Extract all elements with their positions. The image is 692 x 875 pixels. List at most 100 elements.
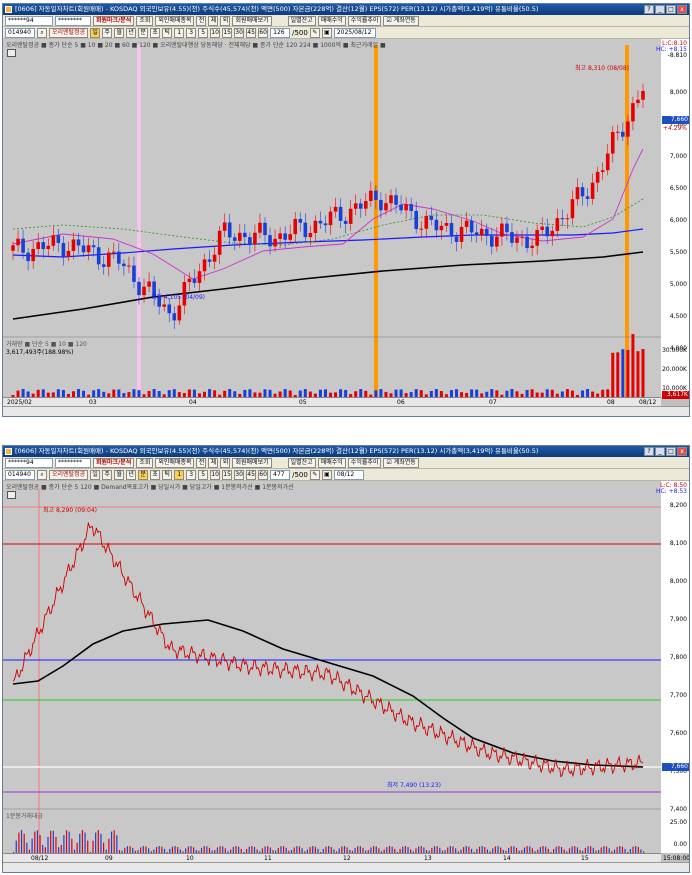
profit-trend-button[interactable]: 수익률추이: [347, 15, 382, 26]
member-analysis-button[interactable]: 회원마크/분석: [93, 457, 135, 468]
candle-body: [101, 264, 106, 267]
y-tick-label: 7,600: [669, 730, 687, 737]
period-month-button[interactable]: 월: [114, 27, 125, 38]
horizontal-scrollbar[interactable]: [3, 862, 689, 872]
account-link-checkbox[interactable]: ☑ 계좌연동: [383, 457, 419, 468]
stock-code-input[interactable]: 014940: [5, 27, 35, 38]
foreign-trade-button[interactable]: 외인매매종목: [155, 15, 195, 26]
minimize-icon[interactable]: _: [655, 447, 665, 456]
daily-chart-svg[interactable]: 최고 8,310 (08/08) 최저 4,105 (04/09): [3, 39, 689, 407]
interval-10-button[interactable]: 10: [210, 469, 221, 480]
period-second-button[interactable]: 초: [150, 469, 161, 480]
stock-name-label[interactable]: 오리엔탈정공: [49, 469, 89, 480]
all-button[interactable]: 전: [196, 457, 207, 468]
account-input[interactable]: ******94: [5, 457, 53, 468]
interval-30-button[interactable]: 30: [234, 469, 245, 480]
save-icon[interactable]: ▣: [321, 469, 332, 480]
chart-settings-icon[interactable]: [7, 49, 16, 57]
query-button[interactable]: 조회: [136, 457, 154, 468]
trade-profit-button[interactable]: 매매수익: [317, 15, 346, 26]
period-year-button[interactable]: 년: [126, 27, 137, 38]
period-second-button[interactable]: 초: [150, 27, 161, 38]
candle-body: [273, 238, 277, 247]
interval-5-button[interactable]: 5: [198, 469, 209, 480]
period-year-button[interactable]: 년: [126, 469, 137, 480]
horizontal-scrollbar[interactable]: [3, 406, 689, 416]
all-button[interactable]: 전: [196, 15, 207, 26]
interval-45-button[interactable]: 45: [246, 27, 257, 38]
search-icon[interactable]: ⌕: [37, 27, 47, 38]
volume-bar: [21, 389, 25, 397]
stock-name-label[interactable]: 오리엔탈정공: [49, 27, 89, 38]
daily-balance-button[interactable]: 일별잔고: [287, 15, 316, 26]
body-button[interactable]: 체: [208, 15, 219, 26]
period-minute-button[interactable]: 분: [138, 27, 149, 38]
password-input[interactable]: ********: [55, 457, 91, 468]
interval-60-button[interactable]: 60: [258, 27, 269, 38]
period-minute-button[interactable]: 분: [138, 469, 149, 480]
foreign-button[interactable]: 외: [220, 457, 231, 468]
interval-60-button[interactable]: 60: [258, 469, 269, 480]
interval-30-button[interactable]: 30: [234, 27, 245, 38]
tool-icon[interactable]: ✎: [309, 27, 320, 38]
interval-3-button[interactable]: 3: [186, 469, 197, 480]
maximize-icon[interactable]: □: [666, 5, 676, 14]
candle-body: [122, 263, 126, 267]
help-icon[interactable]: ?: [644, 5, 654, 14]
interval-15-button[interactable]: 15: [222, 469, 233, 480]
count-input[interactable]: 477: [270, 469, 291, 480]
period-week-button[interactable]: 주: [102, 469, 113, 480]
candle-body: [36, 242, 40, 249]
volume-bar: [611, 352, 615, 397]
date-input[interactable]: 2025/08/12: [333, 27, 376, 38]
period-day-button[interactable]: 일: [90, 27, 101, 38]
help-icon[interactable]: ?: [644, 447, 654, 456]
window-titlebar[interactable]: [0606] 자동일자차트(회원매매) - KOSDAQ 외국인보유(4.55)…: [3, 4, 689, 15]
interval-1-button[interactable]: 1: [174, 27, 185, 38]
interval-45-button[interactable]: 45: [246, 469, 257, 480]
member-analysis-button[interactable]: 회원마크/분석: [93, 15, 135, 26]
daily-balance-button[interactable]: 일별잔고: [287, 457, 316, 468]
candle-body: [318, 220, 323, 224]
account-input[interactable]: ******94: [5, 15, 53, 26]
minimize-icon[interactable]: _: [655, 5, 665, 14]
count-input[interactable]: 126: [270, 27, 291, 38]
volume-bar: [436, 846, 438, 853]
member-trade-view-button[interactable]: 회원매매보기: [232, 457, 272, 468]
period-month-button[interactable]: 월: [114, 469, 125, 480]
tool-icon[interactable]: ✎: [309, 469, 320, 480]
foreign-button[interactable]: 외: [220, 15, 231, 26]
period-tick-button[interactable]: 틱: [162, 27, 173, 38]
interval-3-button[interactable]: 3: [186, 27, 197, 38]
close-icon[interactable]: x: [677, 5, 687, 14]
volume-bar: [61, 389, 65, 397]
close-icon[interactable]: x: [677, 447, 687, 456]
maximize-icon[interactable]: □: [666, 447, 676, 456]
period-tick-button[interactable]: 틱: [162, 469, 173, 480]
minute-chart-svg[interactable]: 최고 8,290 (09:04) 최저 7,490 (13:23): [3, 481, 689, 863]
stock-code-input[interactable]: 014940: [5, 469, 35, 480]
chart-settings-icon[interactable]: [7, 491, 16, 499]
period-week-button[interactable]: 주: [102, 27, 113, 38]
search-icon[interactable]: ⌕: [37, 469, 47, 480]
interval-1-button[interactable]: 1: [174, 469, 185, 480]
foreign-trade-button[interactable]: 외인매매종목: [155, 457, 195, 468]
interval-15-button[interactable]: 15: [222, 27, 233, 38]
password-input[interactable]: ********: [55, 15, 91, 26]
profit-trend-button[interactable]: 수익률추이: [347, 457, 382, 468]
member-trade-view-button[interactable]: 회원매매보기: [232, 15, 272, 26]
query-button[interactable]: 조회: [136, 15, 154, 26]
body-button[interactable]: 체: [208, 457, 219, 468]
volume-bar: [190, 846, 192, 853]
volume-bar: [18, 832, 20, 853]
interval-10-button[interactable]: 10: [210, 27, 221, 38]
save-icon[interactable]: ▣: [321, 27, 332, 38]
volume-bar: [137, 390, 141, 397]
window-titlebar[interactable]: [0606] 자동일자차트(회원매매) - KOSDAQ 외국인보유(4.55)…: [3, 446, 689, 457]
period-day-button[interactable]: 일: [90, 469, 101, 480]
date-input[interactable]: 08/12: [333, 469, 364, 480]
interval-5-button[interactable]: 5: [198, 27, 209, 38]
trade-profit-button[interactable]: 매매수익: [317, 457, 346, 468]
account-link-checkbox[interactable]: ☑ 계좌연동: [383, 15, 419, 26]
volume-bar: [187, 389, 191, 397]
